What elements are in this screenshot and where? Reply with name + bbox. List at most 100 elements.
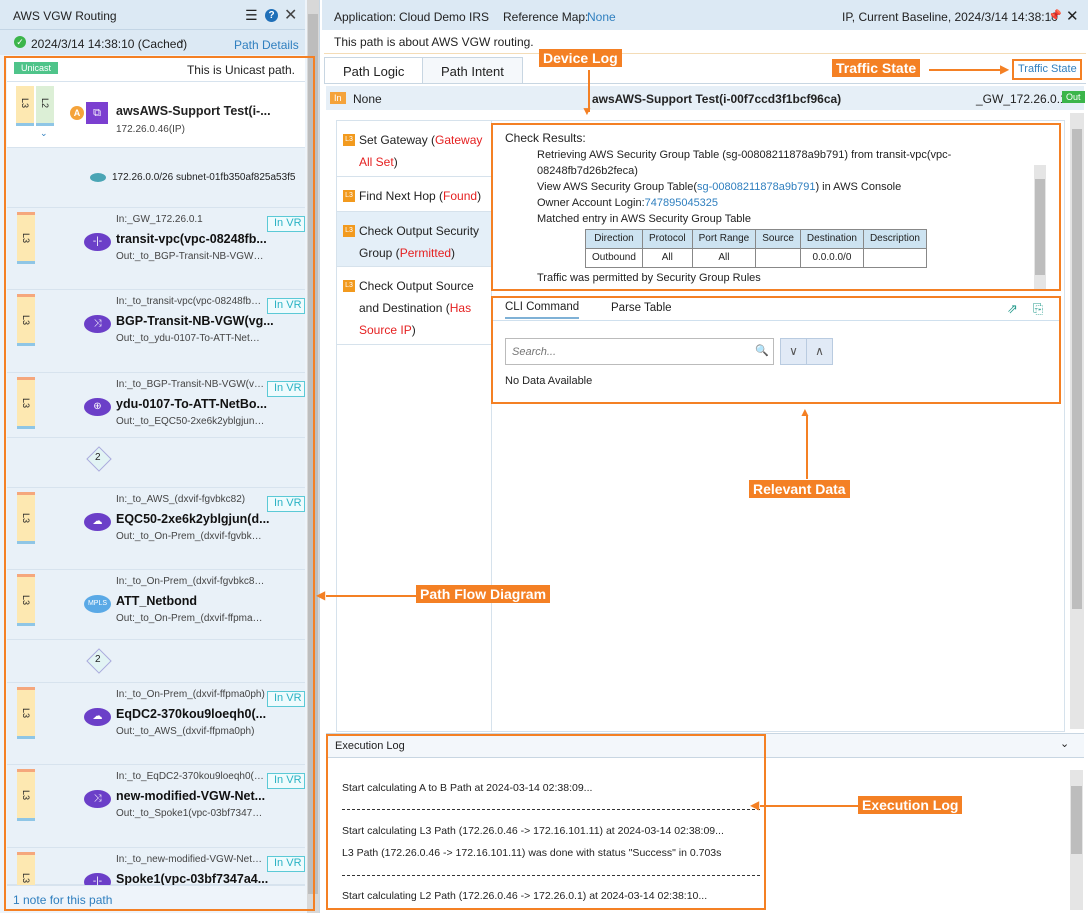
in-vr-badge[interactable]: In VR [267, 298, 305, 314]
table-cell: All [641, 248, 693, 268]
divider [324, 53, 1086, 54]
arrow-up-icon: ▲ [799, 405, 811, 419]
path-node[interactable]: L3 In:_to_transit-vpc(vpc-08248fb7d2... ⤨ B… [7, 290, 305, 373]
tab-parse-table[interactable]: Parse Table [611, 302, 672, 314]
reference-map-link[interactable]: None [587, 10, 616, 24]
help-icon[interactable]: ? [265, 9, 278, 22]
in-vr-badge[interactable]: In VR [267, 381, 305, 397]
step-status: Permitted [399, 246, 452, 260]
expand-chevron-icon[interactable]: ⌄ [40, 128, 48, 139]
node-name[interactable]: ATT_Netbond [116, 594, 197, 608]
subnet-row[interactable]: 172.26.0.0/26 subnet-01fb350af825a53f5 [7, 148, 305, 208]
step-check-output-security-group[interactable]: L3 Check Output Security Group (Permitted… [337, 212, 491, 267]
chevron-down-icon[interactable]: ⌄ [177, 35, 185, 46]
path-details-link[interactable]: Path Details [234, 38, 299, 52]
table-cell: All [691, 248, 757, 268]
scroll-thumb[interactable] [1072, 129, 1082, 609]
open-external-icon[interactable]: ⇗ [1007, 301, 1018, 317]
close-icon[interactable]: ✕ [284, 5, 297, 25]
notes-footer: 1 note for this path [7, 885, 305, 909]
hop-group-row[interactable]: 2 [7, 640, 305, 683]
close-icon[interactable]: ✕ [1066, 7, 1079, 25]
step-find-next-hop[interactable]: L3 Find Next Hop (Found) [337, 177, 491, 212]
step-set-gateway[interactable]: L3 Set Gateway (Gateway All Set) [337, 121, 491, 177]
in-vr-badge[interactable]: In VR [267, 773, 305, 789]
account-link[interactable]: 747895045325 [645, 197, 718, 209]
search-icon[interactable]: 🔍 [755, 344, 769, 357]
execution-log-header[interactable]: Execution Log ⌄ [326, 734, 1084, 758]
node-name[interactable]: BGP-Transit-NB-VGW(vg... [116, 314, 274, 328]
log-text: Owner Account Login: [537, 197, 645, 209]
annotation-arrow [760, 805, 858, 807]
collapse-chevron-icon[interactable]: ⌄ [1060, 737, 1069, 750]
path-node[interactable]: L3 In:_to_On-Prem_(dxvif-ffpma0ph) ☁ EqDC2-… [7, 683, 305, 765]
step-check-output-source-destination[interactable]: L3 Check Output Source and Destination (H… [337, 267, 491, 345]
log-text: View AWS Security Group Table( [537, 181, 697, 193]
in-interface: In:_to_On-Prem_(dxvif-fgvbkc82)-... [116, 576, 266, 587]
in-interface: In:_to_transit-vpc(vpc-08248fb7d2... [116, 296, 266, 307]
layer-badge-l3: L3 [17, 294, 35, 346]
l3-badge: L3 [343, 190, 355, 202]
path-node[interactable]: L3 In:_to_EqDC2-370kou9loeqh0(dxc... ⤨ new-… [7, 765, 305, 848]
path-panel: AWS VGW Routing ☰ ? ✕ ✓ 2024/3/14 14:38:… [0, 0, 320, 913]
check-results-title: Check Results: [505, 131, 586, 145]
pin-icon[interactable]: 📌 [1048, 9, 1062, 22]
tab-path-intent[interactable]: Path Intent [422, 57, 523, 83]
traffic-state-link[interactable]: Traffic State [1018, 63, 1077, 75]
in-vr-badge[interactable]: In VR [267, 856, 305, 872]
security-group-link[interactable]: sg-00808211878a9b791 [697, 181, 815, 193]
node-name[interactable]: transit-vpc(vpc-08248fb... [116, 232, 267, 246]
scroll-thumb[interactable] [308, 14, 318, 894]
path-description: This path is about AWS VGW routing. [334, 35, 534, 49]
l3-badge: L3 [343, 134, 355, 146]
node-name[interactable]: Spoke1(vpc-03bf7347a4... [116, 872, 268, 886]
prev-match-button[interactable]: ∧ [806, 338, 833, 365]
node-name[interactable]: ydu-0107-To-ATT-NetBo... [116, 397, 267, 411]
gateway-icon: ⊕ [84, 398, 111, 416]
relevant-data-panel: CLI Command Parse Table ⇗ ⎘ 🔍 ∨ ∧ No Dat… [491, 296, 1061, 404]
node-name[interactable]: EQC50-2xe6k2yblgjun(d... [116, 512, 270, 526]
scroll-thumb[interactable] [1071, 786, 1082, 854]
out-interface: Out:_to_ydu-0107-To-ATT-NetBond(... [116, 333, 266, 344]
step-list: L3 Set Gateway (Gateway All Set) L3 Find N… [336, 120, 492, 732]
path-node[interactable]: L3 In:_GW_172.26.0.1 -|- transit-vpc(vpc-08… [7, 208, 305, 290]
in-vr-badge[interactable]: In VR [267, 691, 305, 707]
annotation-device-log: Device Log [539, 49, 622, 67]
log-scrollbar[interactable] [1034, 165, 1046, 289]
annotation-path-flow-diagram: Path Flow Diagram [416, 585, 551, 603]
empty-state: No Data Available [505, 375, 593, 387]
direct-connect-icon: ☁ [84, 513, 111, 531]
in-vr-badge[interactable]: In VR [267, 496, 305, 512]
arrow-right-icon: ▶ [1000, 62, 1010, 76]
left-scrollbar[interactable] [307, 0, 319, 913]
in-vr-badge[interactable]: In VR [267, 216, 305, 232]
layer-badge-l3: L3 [16, 86, 34, 126]
next-match-button[interactable]: ∨ [780, 338, 807, 365]
table-header: Description [862, 229, 927, 249]
hop-group-row[interactable]: 2 [7, 438, 305, 488]
log-item: Owner Account Login:747895045325 [537, 195, 1037, 211]
path-node[interactable]: L3 In:_to_On-Prem_(dxvif-fgvbkc82)-... MPL… [7, 570, 305, 640]
log-line: Start calculating L2 Path (172.26.0.46 -… [342, 890, 708, 902]
log-scrollbar[interactable] [1070, 770, 1083, 910]
search-input[interactable] [505, 338, 774, 365]
export-icon[interactable]: ⎘ [1033, 301, 1043, 317]
timestamp-dropdown[interactable]: 2024/3/14 14:38:10 (Cached) [31, 37, 187, 51]
layer-badge-l3: L3 [17, 212, 35, 264]
path-node[interactable]: L3 In:_to_BGP-Transit-NB-VGW(vgw-... ⊕ ydu-… [7, 373, 305, 438]
tab-path-logic[interactable]: Path Logic [324, 57, 424, 84]
node-name[interactable]: EqDC2-370kou9loeqh0(... [116, 707, 266, 721]
log-item: Traffic was permitted by Security Group … [537, 270, 1037, 286]
path-node[interactable]: L3 In:_to_new-modified-VGW-Netbo... -|- Spo… [7, 848, 305, 904]
in-interface: In:_to_EqDC2-370kou9loeqh0(dxc... [116, 771, 266, 782]
scroll-thumb[interactable] [1035, 179, 1045, 275]
path-node[interactable]: L3 In:_to_AWS_(dxvif-fgvbkc82) ☁ EQC50-2xe6… [7, 488, 305, 570]
tab-cli-command[interactable]: CLI Command [505, 301, 580, 319]
in-interface: In:_to_AWS_(dxvif-fgvbkc82) [116, 494, 246, 505]
node-name[interactable]: new-modified-VGW-Net... [116, 789, 265, 803]
menu-icon[interactable]: ☰ [245, 7, 258, 24]
notes-link[interactable]: 1 note for this path [13, 893, 112, 907]
log-separator [342, 875, 760, 876]
source-node[interactable]: L3 L2 ⌄ A ⧉ awsAWS-Support Test(i-... 17… [7, 82, 305, 148]
detail-scrollbar[interactable] [1070, 113, 1084, 729]
